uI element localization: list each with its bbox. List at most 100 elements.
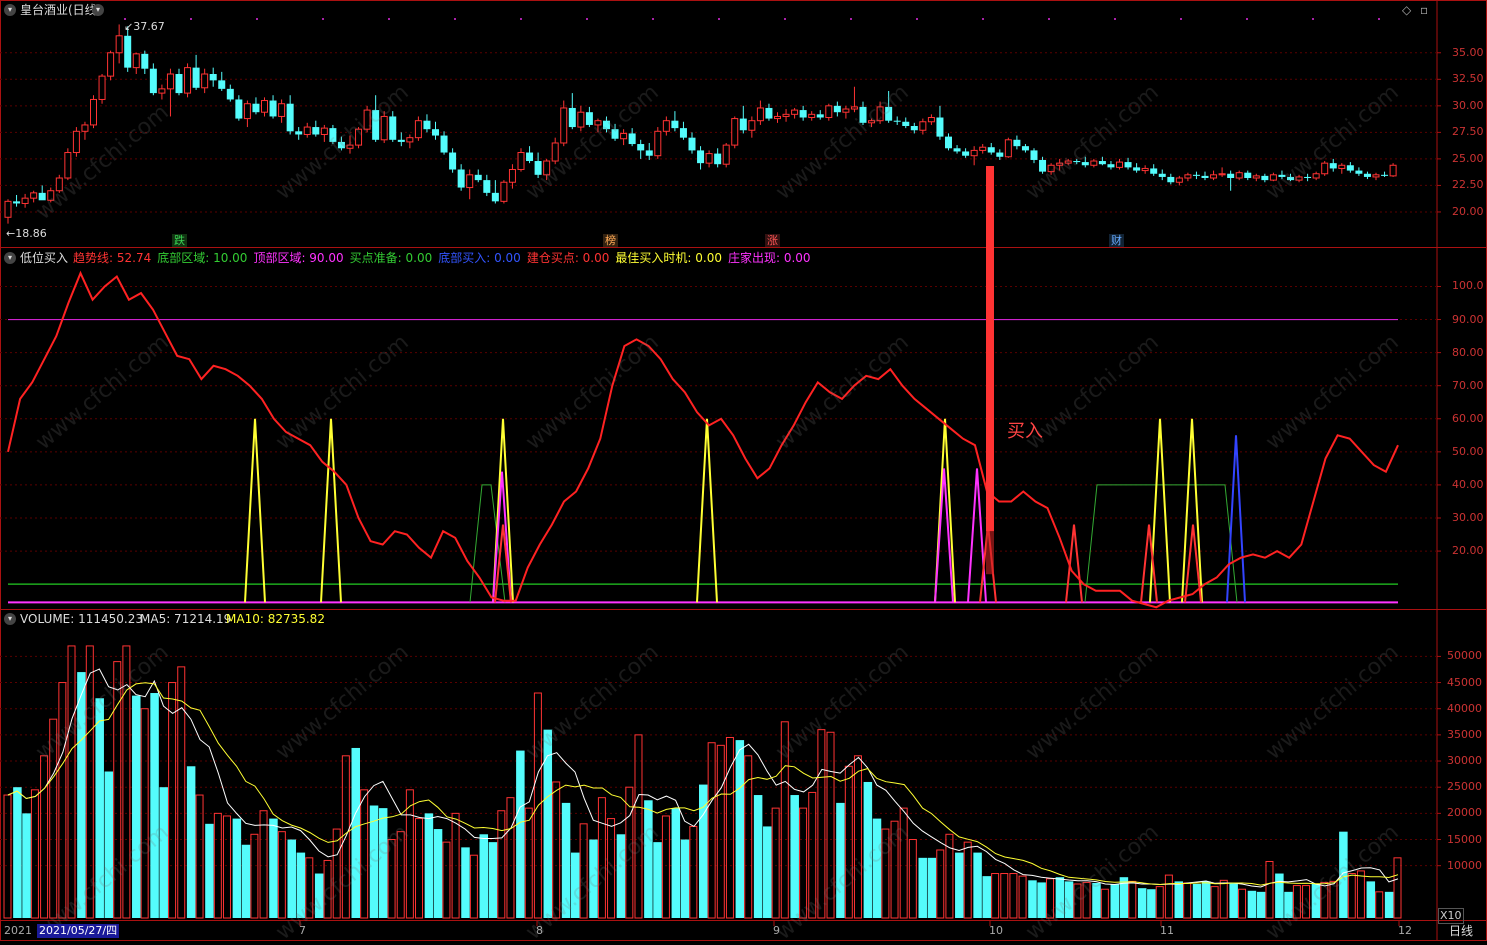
candle-body-up: [1269, 174, 1277, 181]
candle-body-down: [483, 180, 491, 193]
candle-body-down: [816, 114, 824, 118]
candle-body-down: [739, 118, 747, 131]
candle-body-up: [1175, 177, 1183, 183]
candle-body-down: [1261, 175, 1269, 181]
ma10-value: MA10: 82735.82: [226, 612, 325, 626]
volume-bar-down: [22, 813, 31, 918]
candle-body-down: [526, 152, 534, 162]
xaxis-month-12: 12: [1398, 924, 1412, 937]
indicator-tick-label: 80.00: [1452, 345, 1484, 359]
volume-bar-up: [67, 645, 76, 919]
candle-body-down: [149, 68, 157, 94]
candle-body-up: [1389, 164, 1397, 177]
volume-bar-up: [305, 857, 314, 919]
candle-body-down: [38, 192, 46, 201]
candle-body-up: [201, 73, 209, 89]
indicator-tick-label: 90.00: [1452, 312, 1484, 326]
candle-body-up: [30, 192, 38, 199]
price-tick-label: 30.00: [1452, 98, 1484, 112]
volume-bar-up: [360, 789, 369, 919]
candle-body-up: [722, 144, 730, 165]
candle-body-down: [1346, 165, 1354, 171]
candle-body-up: [1116, 161, 1123, 168]
best-buy-spike: [320, 418, 342, 603]
candle-body-up: [47, 190, 55, 201]
price-tick-label: 32.50: [1452, 72, 1484, 86]
event-marker-2[interactable]: 涨: [765, 234, 780, 247]
volume-bar-up: [597, 797, 606, 919]
volume-tick-label: 25000: [1447, 780, 1482, 794]
volume-collapse-icon[interactable]: ▾: [4, 613, 16, 625]
volume-bar-down: [753, 795, 763, 918]
candle-body-down: [1381, 174, 1389, 176]
event-marker-3[interactable]: 财: [1109, 234, 1124, 247]
candle-body-down: [1124, 162, 1132, 168]
volume-bar-up: [250, 833, 259, 919]
candle-body-up: [115, 35, 123, 54]
top-dot: [388, 18, 390, 20]
volume-bar-up: [40, 755, 49, 919]
candle-body-up: [825, 105, 833, 119]
candle-body-down: [372, 110, 380, 140]
event-marker-0[interactable]: 跌: [172, 234, 187, 247]
volume-bar-up: [1073, 883, 1082, 919]
volume-bar-up: [140, 708, 149, 919]
xaxis-year-label: 2021: [4, 924, 32, 937]
price-tick-label: 25.00: [1452, 151, 1484, 165]
volume-bar-up: [396, 831, 405, 919]
volume-bar-up: [177, 666, 186, 919]
candle-body-up: [1004, 139, 1012, 158]
chart-frame: [0, 0, 1487, 941]
volume-bar-down: [836, 802, 845, 918]
candle-body-down: [1039, 159, 1047, 172]
price-tick-label: 27.50: [1452, 125, 1484, 139]
volume-bar-down: [488, 842, 498, 918]
event-marker-1[interactable]: 榜: [603, 234, 618, 247]
best-buy-spike: [244, 418, 266, 603]
window-close-icon[interactable]: ▫: [1420, 3, 1428, 17]
candle-body-up: [1184, 174, 1192, 179]
volume-bar-up: [168, 682, 177, 919]
candle-body-up: [278, 103, 286, 117]
candle-body-up: [748, 120, 756, 131]
volume-bar-down: [287, 839, 296, 918]
volume-bar-down: [232, 818, 242, 918]
indicator-collapse-icon[interactable]: ▾: [4, 252, 16, 264]
volume-bar-up: [222, 815, 231, 919]
volume-bar-up: [1393, 857, 1402, 919]
volume-tick-label: 15000: [1447, 832, 1482, 846]
volume-bar-up: [607, 818, 616, 919]
volume-bar-up: [899, 807, 908, 919]
volume-bar-down: [296, 852, 306, 918]
candle-body-down: [337, 141, 345, 149]
volume-bar-down: [1201, 881, 1211, 918]
title-dropdown-icon[interactable]: ▾: [92, 4, 104, 16]
candle-body-down: [1304, 176, 1312, 178]
volume-bar-up: [85, 645, 94, 919]
volume-tick-label: 10000: [1447, 858, 1482, 872]
volume-bar-up: [524, 807, 533, 919]
candle-body-up: [363, 109, 371, 130]
candle-body-up: [406, 137, 414, 143]
candle-body-down: [141, 53, 149, 69]
candle-body-up: [731, 118, 739, 146]
top-dot: [1048, 18, 1050, 20]
top-dot: [718, 18, 720, 20]
top-dot: [454, 18, 456, 20]
candle-body-up: [380, 115, 388, 141]
indicator-tick-label: 100.0: [1452, 279, 1484, 293]
period-selector[interactable]: 日线: [1449, 924, 1473, 938]
price-tick-label: 20.00: [1452, 204, 1484, 218]
candle-body-down: [671, 120, 679, 129]
indicator-legend-item: 底部区域: 10.00: [157, 251, 248, 265]
candle-body-up: [303, 126, 311, 135]
volume-bar-up: [58, 682, 67, 919]
volume-bar-up: [277, 831, 286, 919]
top-dot: [586, 18, 588, 20]
volume-bar-down: [1311, 883, 1321, 918]
diamond-icon[interactable]: ◇: [1402, 3, 1411, 17]
indicator-name: 低位买入: [20, 251, 69, 265]
candle-body-down: [1107, 164, 1115, 168]
volume-bar-up: [826, 731, 835, 919]
panel-collapse-icon[interactable]: ▾: [4, 4, 16, 16]
